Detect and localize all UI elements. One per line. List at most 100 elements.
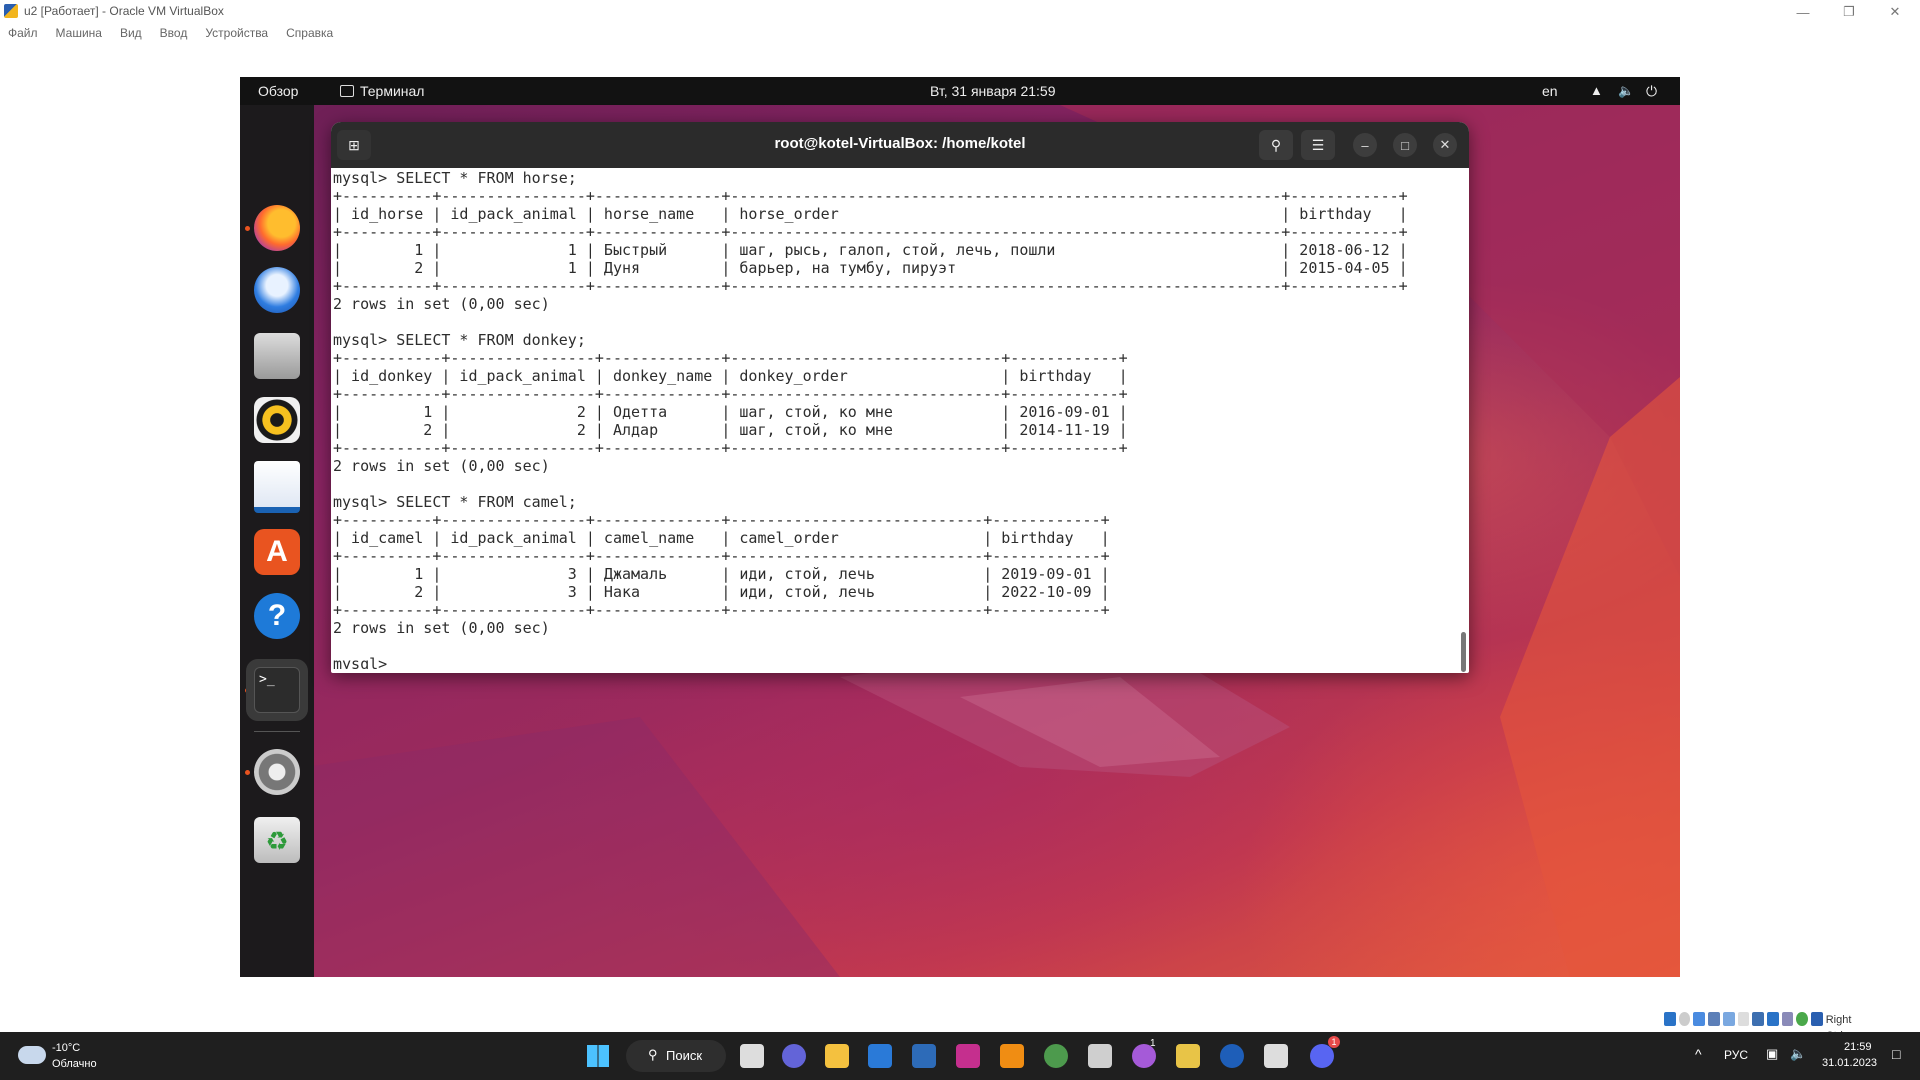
task-view-icon[interactable] [740,1044,764,1068]
weather-temp[interactable]: -10°C [52,1042,80,1054]
keyboard-capture-icon[interactable] [1811,1012,1823,1026]
host-menubar: Файл Машина Вид Ввод Устройства Справка [0,24,1920,46]
terminal-line: +----------+----------------+-----------… [333,547,1110,565]
window-minimize-button[interactable]: – [1353,133,1377,157]
usb-icon[interactable] [1722,1012,1735,1026]
rhythmbox-icon[interactable] [254,397,300,443]
cpu-icon[interactable] [1781,1012,1794,1026]
terminal-line: +-----------+----------------+----------… [333,349,1128,367]
terminal-line: +-----------+----------------+----------… [333,439,1128,457]
vm-display[interactable]: Обзор Терминал Вт, 31 января 21:59 en ▲ … [240,77,1680,977]
intellij-icon[interactable] [956,1044,980,1068]
volume-tray-icon[interactable]: 🔈 [1790,1046,1806,1062]
terminal-line: | id_camel | id_pack_animal | camel_name… [333,529,1110,547]
skype-icon[interactable] [1220,1044,1244,1068]
sublime-icon[interactable] [1000,1044,1024,1068]
virtualbox-task-icon[interactable] [912,1044,936,1068]
libreoffice-writer-icon[interactable] [254,461,300,513]
taskbar-search-icon[interactable]: ⚲ [648,1047,658,1063]
terminal-window[interactable]: ⊞ root@kotel-VirtualBox: /home/kotel ⚲ ☰… [331,122,1469,673]
menu-file[interactable]: Файл [0,24,48,46]
thunderbird-icon[interactable] [254,267,300,313]
host-titlebar: u2 [Работает] - Oracle VM VirtualBox — ❐… [0,0,1920,24]
teams-icon[interactable] [782,1044,806,1068]
firefox-icon[interactable] [254,205,300,251]
window-close-button[interactable]: ✕ [1433,133,1457,157]
app-menu[interactable]: Терминал [340,83,424,99]
start-icon[interactable] [587,1045,609,1067]
terminal-line: mysql> SELECT * FROM camel; [333,493,577,511]
menu-devices[interactable]: Устройства [197,24,278,46]
terminal-line: | 1 | 3 | Джамаль | иди, стой, лечь | 20… [333,565,1110,583]
help-icon[interactable]: ? [254,593,300,639]
terminal-line: | 1 | 1 | Быстрый | шаг, рысь, галоп, ст… [333,241,1408,259]
tools-icon[interactable] [1176,1044,1200,1068]
input-language[interactable]: РУС [1724,1048,1748,1062]
cube-icon[interactable] [1088,1044,1112,1068]
power-icon[interactable]: ⏻ [1646,83,1657,100]
network-adapter-icon[interactable] [1708,1012,1720,1026]
maximize-button[interactable]: ❐ [1826,0,1872,24]
search-label[interactable]: Поиск [666,1048,702,1063]
file-explorer-icon[interactable] [825,1044,849,1068]
menu-view[interactable]: Вид [112,24,152,46]
taskbar: -10°C Облачно ⚲ Поиск 1 1 ^ РУС ▣ 🔈 21:5… [0,1032,1920,1080]
tray-date[interactable]: 31.01.2023 [1822,1057,1877,1069]
notifications-icon[interactable]: □ [1892,1046,1900,1062]
terminal-line: +----------+----------------+-----------… [333,187,1408,205]
menu-machine[interactable]: Машина [48,24,112,46]
terminal-icon[interactable]: >_ [254,667,300,713]
terminal-output[interactable]: mysql> SELECT * FROM horse; +----------+-… [333,169,1453,669]
trash-icon[interactable]: ♻ [254,817,300,863]
volume-icon[interactable]: 🔈 [1618,83,1634,99]
files-icon[interactable] [254,333,300,379]
gnome-top-bar: Обзор Терминал Вт, 31 января 21:59 en ▲ … [240,77,1680,105]
recording-icon[interactable] [1766,1012,1779,1026]
network-tray-icon[interactable]: ▣ [1766,1046,1778,1062]
terminal-line: +----------+----------------+-----------… [333,277,1408,295]
chevron-up-icon[interactable]: ^ [1695,1046,1702,1062]
close-button[interactable]: ✕ [1872,0,1918,24]
network-icon[interactable]: ▲ [1590,83,1603,98]
hdd-icon[interactable] [1664,1012,1676,1026]
clock[interactable]: Вт, 31 января 21:59 [930,83,1056,99]
shared-folder-icon[interactable] [1737,1012,1750,1026]
tray-time[interactable]: 21:59 [1844,1041,1872,1053]
discord-icon[interactable] [1310,1044,1334,1068]
terminal-line: +----------+----------------+-----------… [333,223,1408,241]
minimize-button[interactable]: — [1780,0,1826,24]
chart-app-icon[interactable] [1264,1044,1288,1068]
settings-icon[interactable] [254,749,300,795]
chrome-icon[interactable] [1044,1044,1068,1068]
app-name: Терминал [360,83,425,99]
terminal-line: +----------+----------------+-----------… [333,601,1110,619]
cloud-icon[interactable] [18,1046,46,1064]
terminal-line: 2 rows in set (0,00 sec) [333,295,550,313]
terminal-scrollbar[interactable] [1461,632,1466,672]
optical-icon[interactable] [1678,1012,1691,1026]
activities-button[interactable]: Обзор [258,83,298,99]
terminal-line: | 2 | 3 | Нака | иди, стой, лечь | 2022-… [333,583,1110,601]
hamburger-menu-icon[interactable]: ☰ [1301,130,1335,160]
terminal-line: | 2 | 1 | Дуня | барьер, на тумбу, пируэ… [333,259,1408,277]
menu-help[interactable]: Справка [278,24,343,46]
keyboard-layout[interactable]: en [1542,83,1558,99]
host-key-label: Right Ctrl [1825,1014,1852,1042]
terminal-line: 2 rows in set (0,00 sec) [333,457,550,475]
menu-input[interactable]: Ввод [152,24,198,46]
display-icon[interactable] [1752,1012,1764,1026]
search-icon[interactable]: ⚲ [1259,130,1293,160]
terminal-line: +----------+----------------+-----------… [333,511,1110,529]
terminal-line: | 1 | 2 | Одетта | шаг, стой, ко мне | 2… [333,403,1128,421]
mail-icon[interactable] [868,1044,892,1068]
mouse-integration-icon[interactable] [1796,1012,1809,1026]
app-center-icon[interactable]: A [254,529,300,575]
weather-desc[interactable]: Облачно [52,1058,97,1070]
audio-icon[interactable] [1693,1012,1706,1026]
window-maximize-button[interactable]: □ [1393,133,1417,157]
host-window-title: u2 [Работает] - Oracle VM VirtualBox [24,4,224,18]
dock: A ? >_ ♻ ⋮⋮⋮ [240,105,314,977]
